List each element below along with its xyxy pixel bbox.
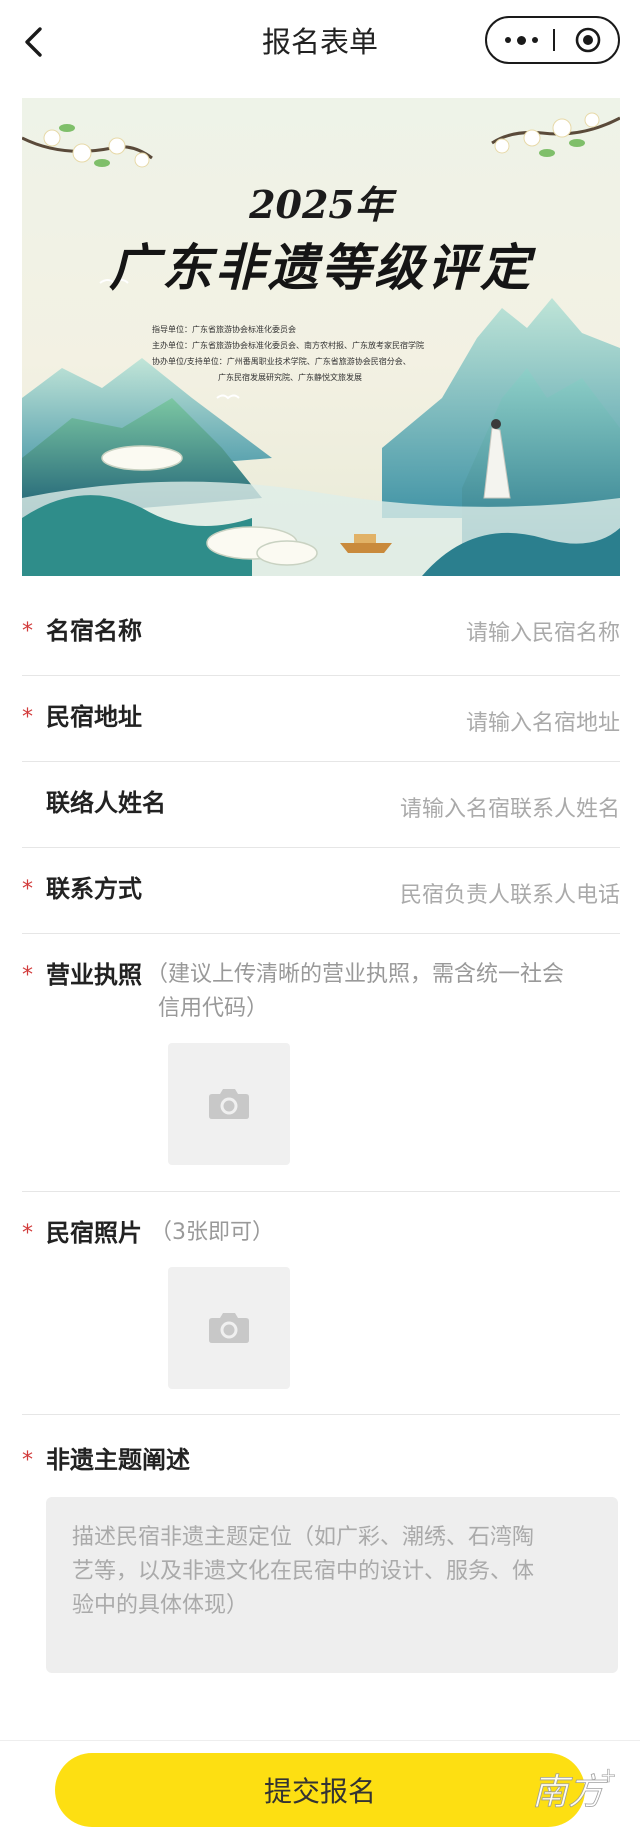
footer-divider (0, 1740, 640, 1741)
mini-program-capsule (485, 16, 620, 64)
camera-icon (209, 1313, 249, 1343)
camera-icon (209, 1089, 249, 1119)
required-mark: * (22, 705, 33, 730)
capsule-divider (553, 29, 555, 51)
field-label-contact-name: 联络人姓名 (46, 789, 166, 817)
address-input[interactable]: 请输入名宿地址 (466, 709, 620, 739)
svg-text:+: + (600, 1763, 617, 1787)
watermark-logo: 南方 + (530, 1760, 620, 1820)
field-label-theme: 非遗主题阐述 (46, 1446, 190, 1474)
field-row-contact-name: 联络人姓名 请输入名宿联系人姓名 (22, 762, 620, 848)
banner-org-line: 广东民宿发展研究院、广东静悦文旅发展 (218, 373, 362, 382)
banner-org-line: 指导单位：广东省旅游协会标准化委员会 (152, 325, 296, 334)
required-mark: * (22, 619, 33, 644)
close-target-icon[interactable] (575, 27, 601, 53)
banner-organizers: 指导单位：广东省旅游协会标准化委员会 主办单位：广东省旅游协会标准化委员会、南方… (152, 322, 572, 386)
theme-placeholder-line: 验中的具体体现） (72, 1593, 249, 1618)
required-mark: * (22, 877, 33, 902)
banner-org-line: 主办单位：广东省旅游协会标准化委员会、南方农村报、广东放考家民宿学院 (152, 341, 424, 350)
license-hint-cont: 信用代码） (158, 996, 269, 1021)
license-upload[interactable] (168, 1043, 290, 1165)
license-hint: （建议上传清晰的营业执照，需含统一社会 (146, 962, 565, 987)
more-icon[interactable] (505, 18, 555, 62)
theme-placeholder-line: 描述民宿非遗主题定位（如广彩、潮绣、石湾陶 (72, 1525, 535, 1550)
field-label-contact: 联系方式 (46, 875, 142, 903)
field-row-name: * 名宿名称 请输入民宿名称 (22, 590, 620, 676)
nav-bar: 报名表单 (0, 0, 640, 84)
required-mark: * (22, 1448, 33, 1473)
svg-text:南方: 南方 (532, 1772, 608, 1813)
banner-org-line: 协办单位/支持单位：广州番禺职业技术学院、广东省旅游协会民宿分会、 (152, 357, 411, 366)
submit-button[interactable]: 提交报名 (55, 1753, 585, 1827)
theme-placeholder-line: 艺等，以及非遗文化在民宿中的设计、服务、体 (72, 1559, 535, 1584)
required-mark: * (22, 963, 33, 988)
name-input[interactable]: 请输入民宿名称 (466, 619, 620, 649)
banner-year: 2025年 (249, 182, 393, 227)
field-row-license: * 营业执照 （建议上传清晰的营业执照，需含统一社会 信用代码） (22, 934, 620, 1192)
event-banner: 2025年 广东非遗等级评定 指导单位：广东省旅游协会标准化委员会 主办单位：广… (22, 98, 620, 576)
field-row-address: * 民宿地址 请输入名宿地址 (22, 676, 620, 762)
field-label-name: 名宿名称 (46, 617, 142, 645)
required-mark: * (22, 1221, 33, 1246)
field-label-license: 营业执照 (46, 961, 142, 989)
field-row-contact: * 联系方式 民宿负责人联系人电话 (22, 848, 620, 934)
field-label-address: 民宿地址 (46, 703, 142, 731)
photos-hint: （3张即可） (150, 1220, 274, 1245)
contact-input[interactable]: 民宿负责人联系人电话 (400, 881, 620, 911)
banner-title: 广东非遗等级评定 (109, 238, 533, 297)
theme-textarea[interactable]: 描述民宿非遗主题定位（如广彩、潮绣、石湾陶 艺等，以及非遗文化在民宿中的设计、服… (46, 1497, 618, 1673)
contact-name-input[interactable]: 请输入名宿联系人姓名 (400, 795, 620, 825)
field-label-photos: 民宿照片 (46, 1219, 142, 1247)
field-row-photos: * 民宿照片 （3张即可） (22, 1192, 620, 1415)
photos-upload[interactable] (168, 1267, 290, 1389)
